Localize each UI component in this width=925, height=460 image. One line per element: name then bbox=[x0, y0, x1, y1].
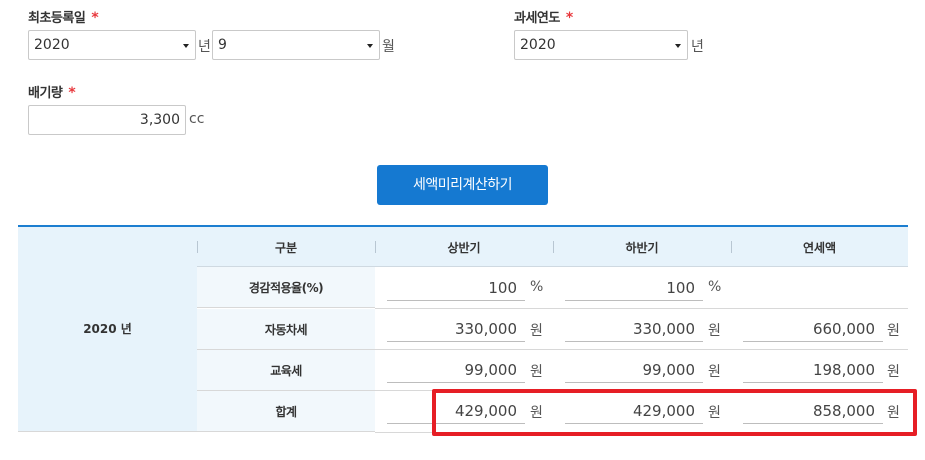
total-highlight-box bbox=[432, 389, 917, 436]
row-label: 경감적용율(%) bbox=[248, 281, 324, 295]
percent-unit: % bbox=[530, 279, 544, 295]
chevron-down-icon bbox=[367, 44, 373, 48]
tax-year-unit: 년 bbox=[691, 39, 704, 55]
tax-year-select[interactable]: 2020 bbox=[514, 30, 688, 60]
cell-value: 330,000 bbox=[454, 320, 517, 338]
displacement-input[interactable]: 3,300 bbox=[28, 105, 186, 135]
reduction-rate-first-half: 100 bbox=[387, 276, 525, 301]
year-cell: 2020 년 bbox=[18, 227, 197, 432]
cell-value: 99,000 bbox=[464, 361, 518, 379]
won-unit: 원 bbox=[887, 323, 900, 339]
year-label: 2020 년 bbox=[83, 322, 132, 336]
won-unit: 원 bbox=[708, 364, 721, 380]
vehicle-tax-first-half: 330,000 bbox=[387, 317, 525, 342]
tax-year-label-text: 과세연도 bbox=[514, 11, 560, 26]
required-mark: * bbox=[68, 85, 76, 101]
cell-value: 198,000 bbox=[812, 361, 875, 379]
row-divider bbox=[375, 349, 908, 350]
education-tax-annual: 198,000 bbox=[743, 358, 883, 383]
row-label: 자동차세 bbox=[264, 323, 308, 337]
education-tax-first-half: 99,000 bbox=[387, 358, 525, 383]
row-divider bbox=[375, 308, 908, 309]
chevron-down-icon bbox=[675, 44, 681, 48]
row-header-reduction-rate: 경감적용율(%) bbox=[197, 267, 375, 308]
cell-value: 99,000 bbox=[642, 361, 696, 379]
vehicle-tax-annual: 660,000 bbox=[743, 317, 883, 342]
required-mark: * bbox=[565, 10, 573, 26]
header-annual: 연세액 bbox=[802, 241, 837, 255]
reg-month-select[interactable]: 9 bbox=[212, 30, 380, 60]
header-category: 구분 bbox=[274, 241, 298, 255]
month-unit: 월 bbox=[382, 39, 395, 55]
reduction-rate-second-half: 100 bbox=[565, 276, 703, 301]
reg-year-value: 2020 bbox=[34, 37, 70, 53]
tax-year-label: 과세연도 * bbox=[514, 7, 573, 26]
displacement-value: 3,300 bbox=[139, 112, 180, 128]
tax-year-value: 2020 bbox=[520, 37, 556, 53]
education-tax-second-half: 99,000 bbox=[565, 358, 703, 383]
reg-date-label: 최초등록일 * bbox=[28, 7, 99, 26]
reg-year-select[interactable]: 2020 bbox=[28, 30, 196, 60]
cell-value: 660,000 bbox=[812, 320, 875, 338]
header-second-half: 하반기 bbox=[625, 241, 659, 255]
row-label: 교육세 bbox=[270, 364, 302, 378]
cell-value: 330,000 bbox=[632, 320, 695, 338]
percent-unit: % bbox=[708, 279, 722, 295]
displacement-label: 배기량 * bbox=[28, 82, 76, 101]
calculate-tax-button[interactable]: 세액미리계산하기 bbox=[377, 165, 548, 205]
required-mark: * bbox=[91, 10, 99, 26]
row-header-total: 합계 bbox=[197, 391, 375, 432]
table-header: 구분 상반기 하반기 연세액 bbox=[197, 227, 908, 267]
header-first-half: 상반기 bbox=[447, 241, 481, 255]
reg-date-label-text: 최초등록일 bbox=[28, 11, 86, 26]
cell-value: 100 bbox=[666, 279, 695, 297]
displacement-label-text: 배기량 bbox=[28, 86, 63, 101]
displacement-unit: cc bbox=[189, 111, 205, 127]
row-header-education-tax: 교육세 bbox=[197, 350, 375, 391]
won-unit: 원 bbox=[708, 323, 721, 339]
cell-value: 100 bbox=[488, 279, 517, 297]
row-header-vehicle-tax: 자동차세 bbox=[197, 309, 375, 350]
row-label: 합계 bbox=[275, 405, 297, 419]
reg-month-value: 9 bbox=[218, 37, 227, 53]
won-unit: 원 bbox=[887, 364, 900, 380]
chevron-down-icon bbox=[183, 44, 189, 48]
won-unit: 원 bbox=[530, 323, 543, 339]
won-unit: 원 bbox=[530, 364, 543, 380]
vehicle-tax-second-half: 330,000 bbox=[565, 317, 703, 342]
year-unit: 년 bbox=[198, 39, 211, 55]
